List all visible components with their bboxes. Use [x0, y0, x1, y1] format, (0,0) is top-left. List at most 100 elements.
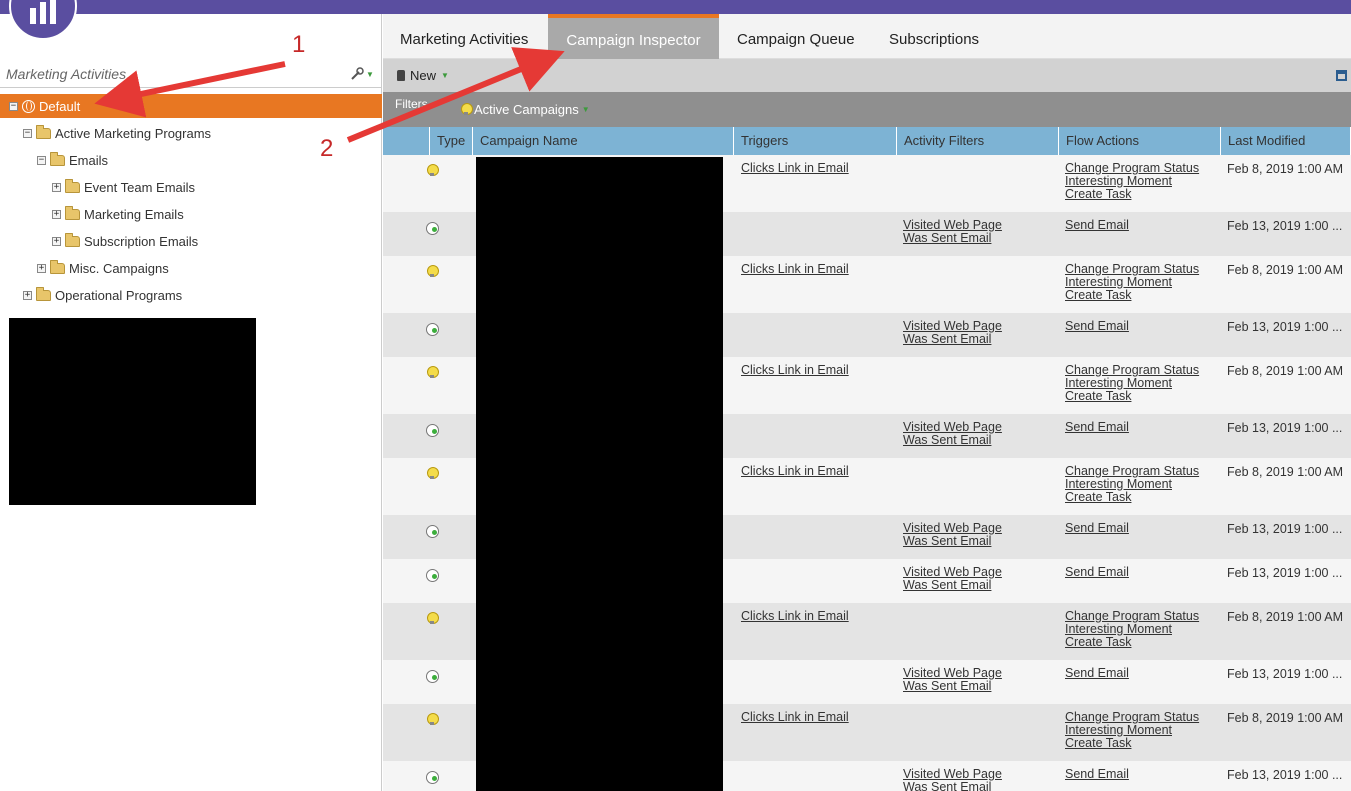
- flow-actions-cell-link[interactable]: Send Email: [1065, 667, 1129, 680]
- column-header-triggers[interactable]: Triggers: [734, 127, 897, 155]
- activity-filters-cell-link[interactable]: Was Sent Email: [903, 781, 1002, 791]
- clock-icon: [426, 323, 439, 336]
- tree-search-input[interactable]: [6, 64, 336, 84]
- flow-actions-cell-link[interactable]: Send Email: [1065, 566, 1129, 579]
- top-bar: [0, 0, 1351, 14]
- flow-actions-cell-link[interactable]: Send Email: [1065, 219, 1129, 232]
- triggers-cell-link[interactable]: Clicks Link in Email: [741, 465, 849, 478]
- folder-icon: [50, 259, 65, 274]
- tree-item-label: Default: [39, 98, 81, 114]
- last-modified-cell: Feb 13, 2019 1:00 ...: [1227, 421, 1343, 435]
- folder-icon: [65, 232, 80, 247]
- filter-bar: Filters Active Campaigns ▼: [383, 92, 1351, 127]
- folder-icon: [65, 205, 80, 220]
- expand-icon[interactable]: +: [37, 263, 46, 273]
- tab-campaign-inspector[interactable]: Campaign Inspector: [548, 14, 719, 59]
- tree-item-label: Operational Programs: [55, 287, 183, 303]
- flow-actions-cell-link[interactable]: Create Task: [1065, 636, 1199, 649]
- last-modified-cell: Feb 13, 2019 1:00 ...: [1227, 566, 1343, 580]
- column-header-campaign-name[interactable]: Campaign Name: [473, 127, 734, 155]
- flow-actions-cell-link[interactable]: Create Task: [1065, 289, 1199, 302]
- activity-filters-cell-link[interactable]: Was Sent Email: [903, 434, 1002, 447]
- redacted-area: [9, 318, 256, 505]
- activity-filters-cell-link[interactable]: Was Sent Email: [903, 232, 1002, 245]
- flow-actions-cell: Change Program Status Interesting Moment C…: [1065, 364, 1199, 403]
- tree-item[interactable]: + Misc. Campaigns: [37, 256, 169, 280]
- tree-item[interactable]: − Emails: [37, 148, 108, 172]
- flow-actions-cell-link[interactable]: Create Task: [1065, 491, 1199, 504]
- last-modified-cell: Feb 13, 2019 1:00 ...: [1227, 219, 1343, 233]
- column-header-activity-filters[interactable]: Activity Filters: [897, 127, 1059, 155]
- activity-filters-cell: Visited Web Page Was Sent Email: [903, 421, 1002, 447]
- search-options-button[interactable]: ▼: [350, 65, 378, 83]
- expand-icon[interactable]: +: [52, 209, 61, 219]
- flow-actions-cell: Change Program Status Interesting Moment C…: [1065, 263, 1199, 302]
- flow-actions-cell-link[interactable]: Send Email: [1065, 320, 1129, 333]
- clock-icon: [426, 424, 439, 437]
- triggers-cell: Clicks Link in Email: [741, 364, 849, 377]
- lightbulb-icon: [427, 164, 439, 177]
- last-modified-cell: Feb 13, 2019 1:00 ...: [1227, 522, 1343, 536]
- last-modified-cell: Feb 8, 2019 1:00 AM: [1227, 711, 1344, 725]
- flow-actions-cell-link[interactable]: Create Task: [1065, 188, 1199, 201]
- tree-item[interactable]: + Subscription Emails: [52, 229, 198, 253]
- triggers-cell-link[interactable]: Clicks Link in Email: [741, 263, 849, 276]
- clock-icon: [426, 525, 439, 538]
- activity-filters-cell-link[interactable]: Was Sent Email: [903, 333, 1002, 346]
- activity-filters-cell-link[interactable]: Was Sent Email: [903, 579, 1002, 592]
- tab-campaign-queue[interactable]: Campaign Queue: [737, 14, 855, 59]
- tab-subscriptions[interactable]: Subscriptions: [889, 14, 979, 59]
- clock-icon: [426, 222, 439, 235]
- tree-item[interactable]: − Active Marketing Programs: [23, 121, 211, 145]
- triggers-cell-link[interactable]: Clicks Link in Email: [741, 162, 849, 175]
- flow-actions-cell: Change Program Status Interesting Moment C…: [1065, 162, 1199, 201]
- column-header-last-modified[interactable]: Last Modified: [1221, 127, 1351, 155]
- column-header-flow-actions[interactable]: Flow Actions: [1059, 127, 1221, 155]
- flow-actions-cell: Send Email: [1065, 768, 1129, 781]
- active-campaigns-filter[interactable]: Active Campaigns ▼: [461, 102, 590, 117]
- new-button-label: New: [410, 68, 437, 83]
- clock-icon: [426, 771, 439, 784]
- tree-item-label: Emails: [69, 152, 109, 168]
- activity-filters-cell: Visited Web Page Was Sent Email: [903, 768, 1002, 791]
- last-modified-cell: Feb 13, 2019 1:00 ...: [1227, 320, 1343, 334]
- annotation-label-1: 1: [292, 31, 306, 58]
- expand-icon[interactable]: +: [52, 236, 61, 246]
- collapse-icon[interactable]: −: [9, 101, 18, 111]
- lightbulb-icon: [427, 713, 439, 726]
- activity-filters-cell-link[interactable]: Was Sent Email: [903, 680, 1002, 693]
- flow-actions-cell-link[interactable]: Send Email: [1065, 421, 1129, 434]
- lightbulb-icon: [461, 103, 473, 116]
- expand-icon[interactable]: +: [52, 182, 61, 192]
- flow-actions-cell-link[interactable]: Send Email: [1065, 768, 1129, 781]
- tree-item-label: Misc. Campaigns: [69, 260, 169, 276]
- triggers-cell-link[interactable]: Clicks Link in Email: [741, 364, 849, 377]
- globe-icon: [22, 99, 35, 113]
- triggers-cell-link[interactable]: Clicks Link in Email: [741, 711, 849, 724]
- tree-item[interactable]: + Marketing Emails: [52, 202, 184, 226]
- tree-search-row: ▼: [0, 60, 382, 88]
- flow-actions-cell: Send Email: [1065, 667, 1129, 680]
- flow-actions-cell: Change Program Status Interesting Moment C…: [1065, 465, 1199, 504]
- maximize-icon[interactable]: [1336, 70, 1347, 81]
- logo-bars-icon: [30, 0, 56, 24]
- tree-item[interactable]: − Default: [0, 94, 382, 118]
- tree-item-label: Subscription Emails: [84, 233, 199, 249]
- collapse-icon[interactable]: −: [23, 128, 32, 138]
- tree-item[interactable]: + Operational Programs: [23, 283, 182, 307]
- activity-filters-cell-link[interactable]: Was Sent Email: [903, 535, 1002, 548]
- triggers-cell-link[interactable]: Clicks Link in Email: [741, 610, 849, 623]
- lightbulb-icon: [427, 467, 439, 480]
- folder-icon: [65, 178, 80, 193]
- triggers-cell: Clicks Link in Email: [741, 263, 849, 276]
- tree-item[interactable]: + Event Team Emails: [52, 175, 195, 199]
- collapse-icon[interactable]: −: [37, 155, 46, 165]
- new-button[interactable]: New ▼: [397, 68, 449, 83]
- flow-actions-cell-link[interactable]: Create Task: [1065, 737, 1199, 750]
- tab-marketing-activities[interactable]: Marketing Activities: [400, 14, 528, 59]
- column-header-type[interactable]: Type: [430, 127, 473, 155]
- flow-actions-cell-link[interactable]: Send Email: [1065, 522, 1129, 535]
- expand-icon[interactable]: +: [23, 290, 32, 300]
- flow-actions-cell-link[interactable]: Create Task: [1065, 390, 1199, 403]
- activity-filters-cell: Visited Web Page Was Sent Email: [903, 566, 1002, 592]
